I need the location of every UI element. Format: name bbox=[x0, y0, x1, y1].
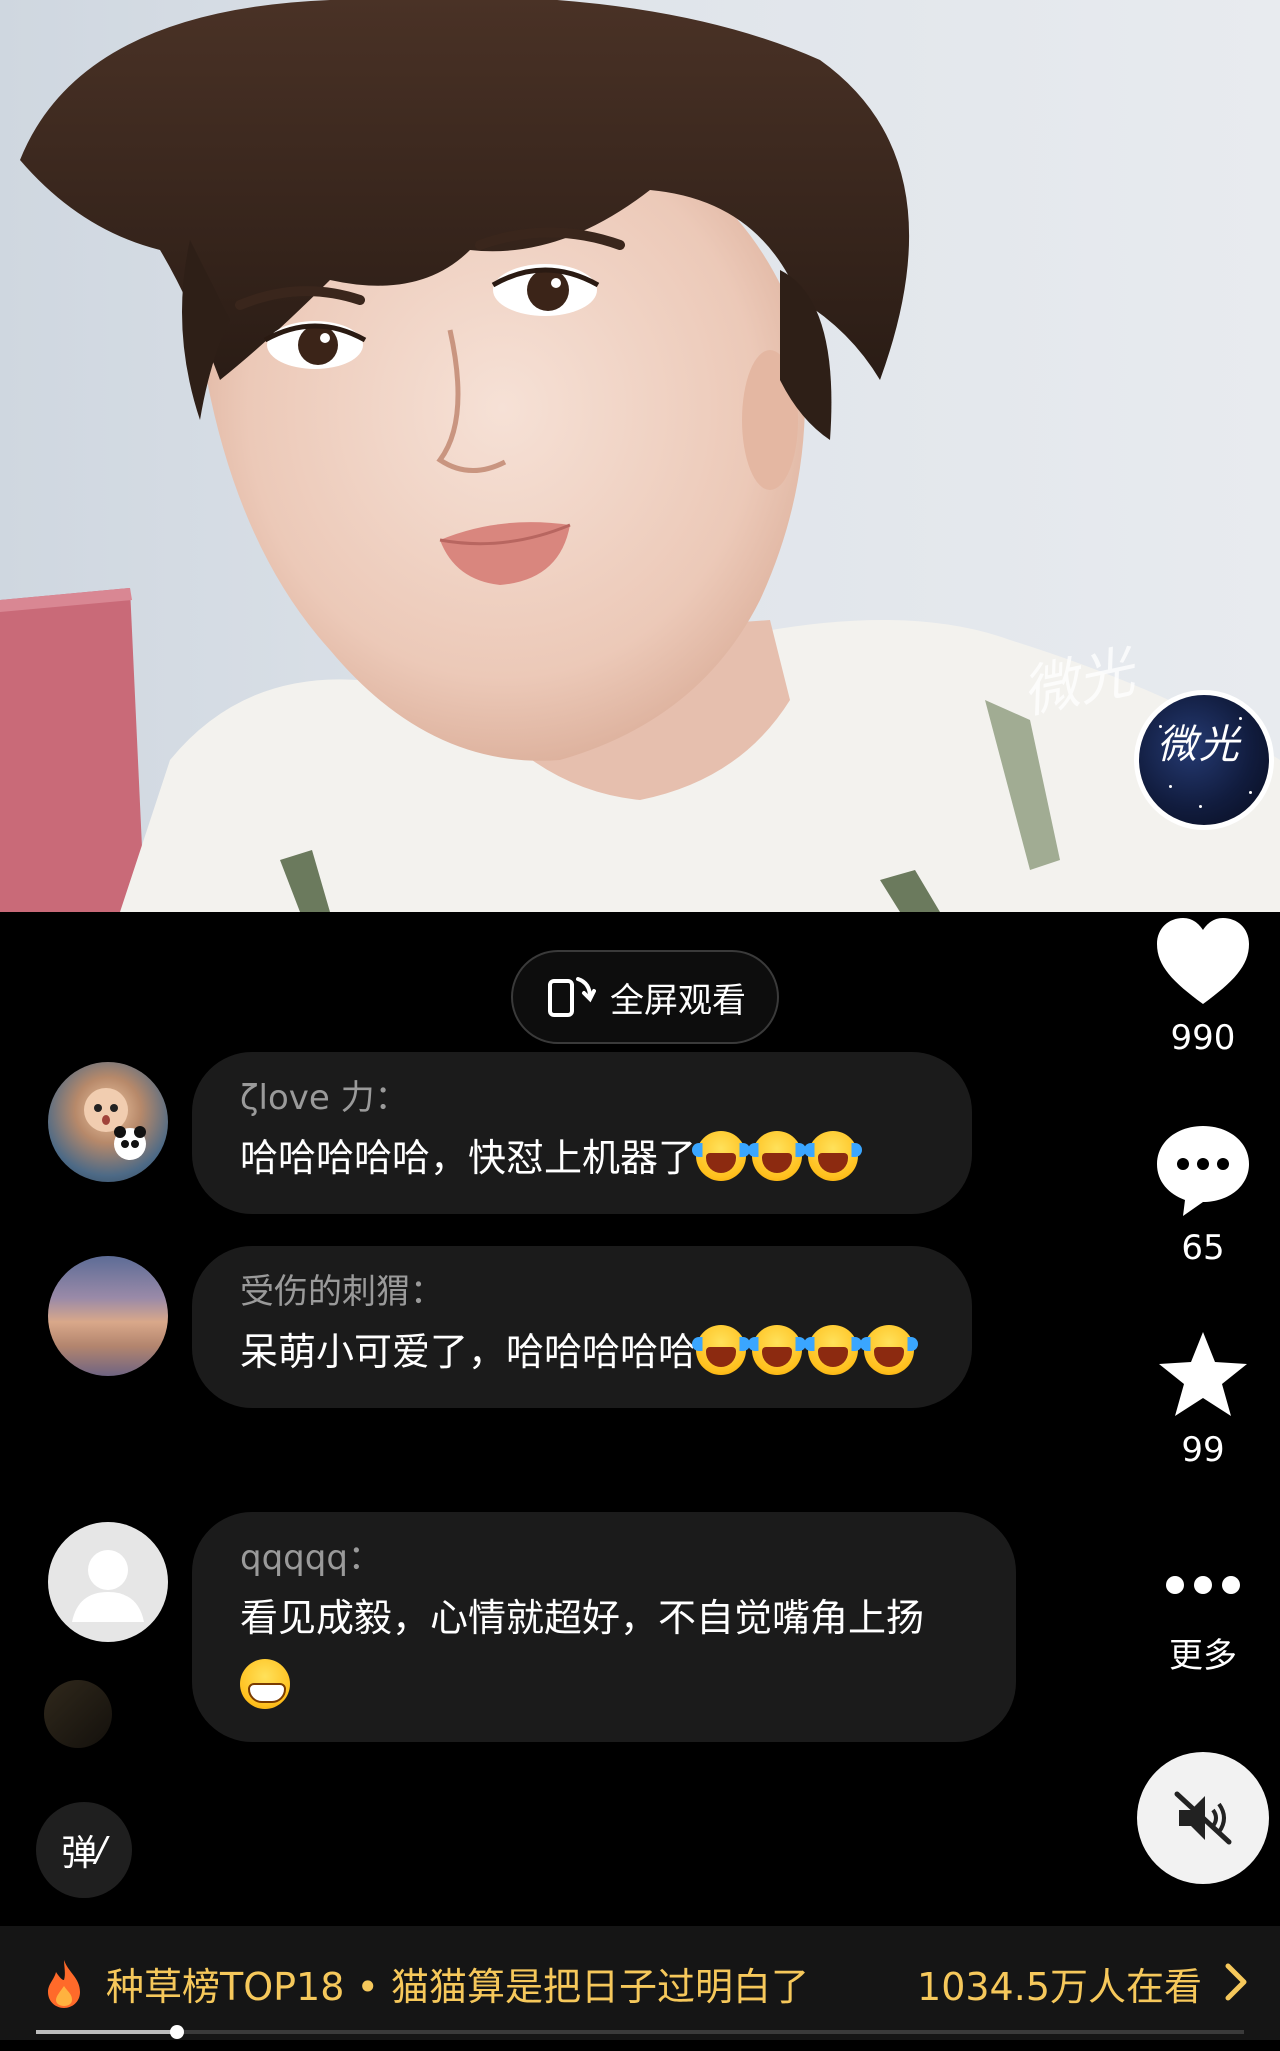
comment-avatar-3[interactable] bbox=[48, 1522, 168, 1642]
comment-avatar-2[interactable] bbox=[48, 1256, 168, 1376]
comment-text: 看见成毅，心情就超好，不自觉嘴角上扬 bbox=[240, 1584, 972, 1720]
viewer-count: 1034.5万人在看 bbox=[917, 1965, 1202, 2009]
trending-topic-title: 种草榜TOP18 • 猫猫算是把日子过明白了 bbox=[106, 1965, 809, 2009]
mute-button[interactable] bbox=[1137, 1752, 1269, 1884]
more-dots-icon bbox=[1166, 1576, 1240, 1594]
fullscreen-label: 全屏观看 bbox=[610, 980, 746, 1021]
comment-avatar-faded bbox=[44, 1680, 112, 1748]
video-progress-fill bbox=[36, 2030, 178, 2034]
like-count: 990 bbox=[1170, 1018, 1236, 1058]
rotate-screen-icon bbox=[548, 977, 596, 1017]
more-label: 更多 bbox=[1169, 1636, 1237, 1676]
favorite-button[interactable]: 99 bbox=[1140, 1328, 1266, 1470]
comment-text: 呆萌小可爱了，哈哈哈哈哈 bbox=[240, 1318, 928, 1386]
comment-username: qqqqq： bbox=[240, 1538, 382, 1578]
danmaku-label: 弹 bbox=[61, 1833, 98, 1874]
comment-username: ζlove 力： bbox=[240, 1078, 409, 1118]
favorite-count: 99 bbox=[1181, 1430, 1225, 1470]
laughing-tears-emoji-icon bbox=[748, 1131, 807, 1181]
comment-button[interactable]: 65 bbox=[1140, 1122, 1266, 1268]
comment-bubble-2[interactable]: 受伤的刺猬： 呆萌小可爱了，哈哈哈哈哈 bbox=[192, 1246, 972, 1408]
heart-icon bbox=[1157, 918, 1249, 1004]
like-button[interactable]: 990 bbox=[1140, 916, 1266, 1058]
creator-avatar[interactable]: 微光 bbox=[1134, 690, 1274, 830]
video-progress-bar[interactable] bbox=[36, 2025, 1244, 2039]
default-user-icon bbox=[72, 1550, 144, 1622]
comment-avatar-1[interactable] bbox=[48, 1062, 168, 1182]
comment-text: 哈哈哈哈哈，快怼上机器了 bbox=[240, 1124, 928, 1192]
creator-avatar-signature: 微光 bbox=[1157, 722, 1241, 768]
comment-count: 65 bbox=[1181, 1228, 1225, 1268]
comment-username: 受伤的刺猬： bbox=[240, 1272, 444, 1312]
laughing-tears-emoji-icon bbox=[804, 1325, 863, 1375]
chevron-right-icon bbox=[1225, 1963, 1247, 2001]
grinning-emoji-icon bbox=[240, 1659, 290, 1709]
laughing-tears-emoji-icon bbox=[692, 1131, 751, 1181]
video-player[interactable]: 微光 微光 bbox=[0, 0, 1280, 912]
laughing-tears-emoji-icon bbox=[860, 1325, 919, 1375]
speaker-muted-icon bbox=[1174, 1791, 1232, 1845]
fire-icon bbox=[48, 1960, 80, 2008]
trending-topic-bar[interactable]: 种草榜TOP18 • 猫猫算是把日子过明白了 1034.5万人在看 bbox=[0, 1926, 1280, 2040]
fullscreen-button[interactable]: 全屏观看 bbox=[511, 950, 779, 1044]
danmaku-off-slash-icon: / bbox=[95, 1830, 107, 1870]
comment-bubble-1[interactable]: ζlove 力： 哈哈哈哈哈，快怼上机器了 bbox=[192, 1052, 972, 1214]
star-icon bbox=[1159, 1332, 1247, 1416]
more-button[interactable]: 更多 bbox=[1140, 1570, 1266, 1677]
comment-bubble-3[interactable]: qqqqq： 看见成毅，心情就超好，不自觉嘴角上扬 bbox=[192, 1512, 1016, 1742]
baby-panda-avatar-icon bbox=[84, 1088, 146, 1160]
laughing-tears-emoji-icon bbox=[804, 1131, 863, 1181]
danmaku-toggle-button[interactable]: 弹 / bbox=[36, 1802, 132, 1898]
laughing-tears-emoji-icon bbox=[748, 1325, 807, 1375]
comment-bubble-icon bbox=[1157, 1126, 1249, 1216]
laughing-tears-emoji-icon bbox=[692, 1325, 751, 1375]
